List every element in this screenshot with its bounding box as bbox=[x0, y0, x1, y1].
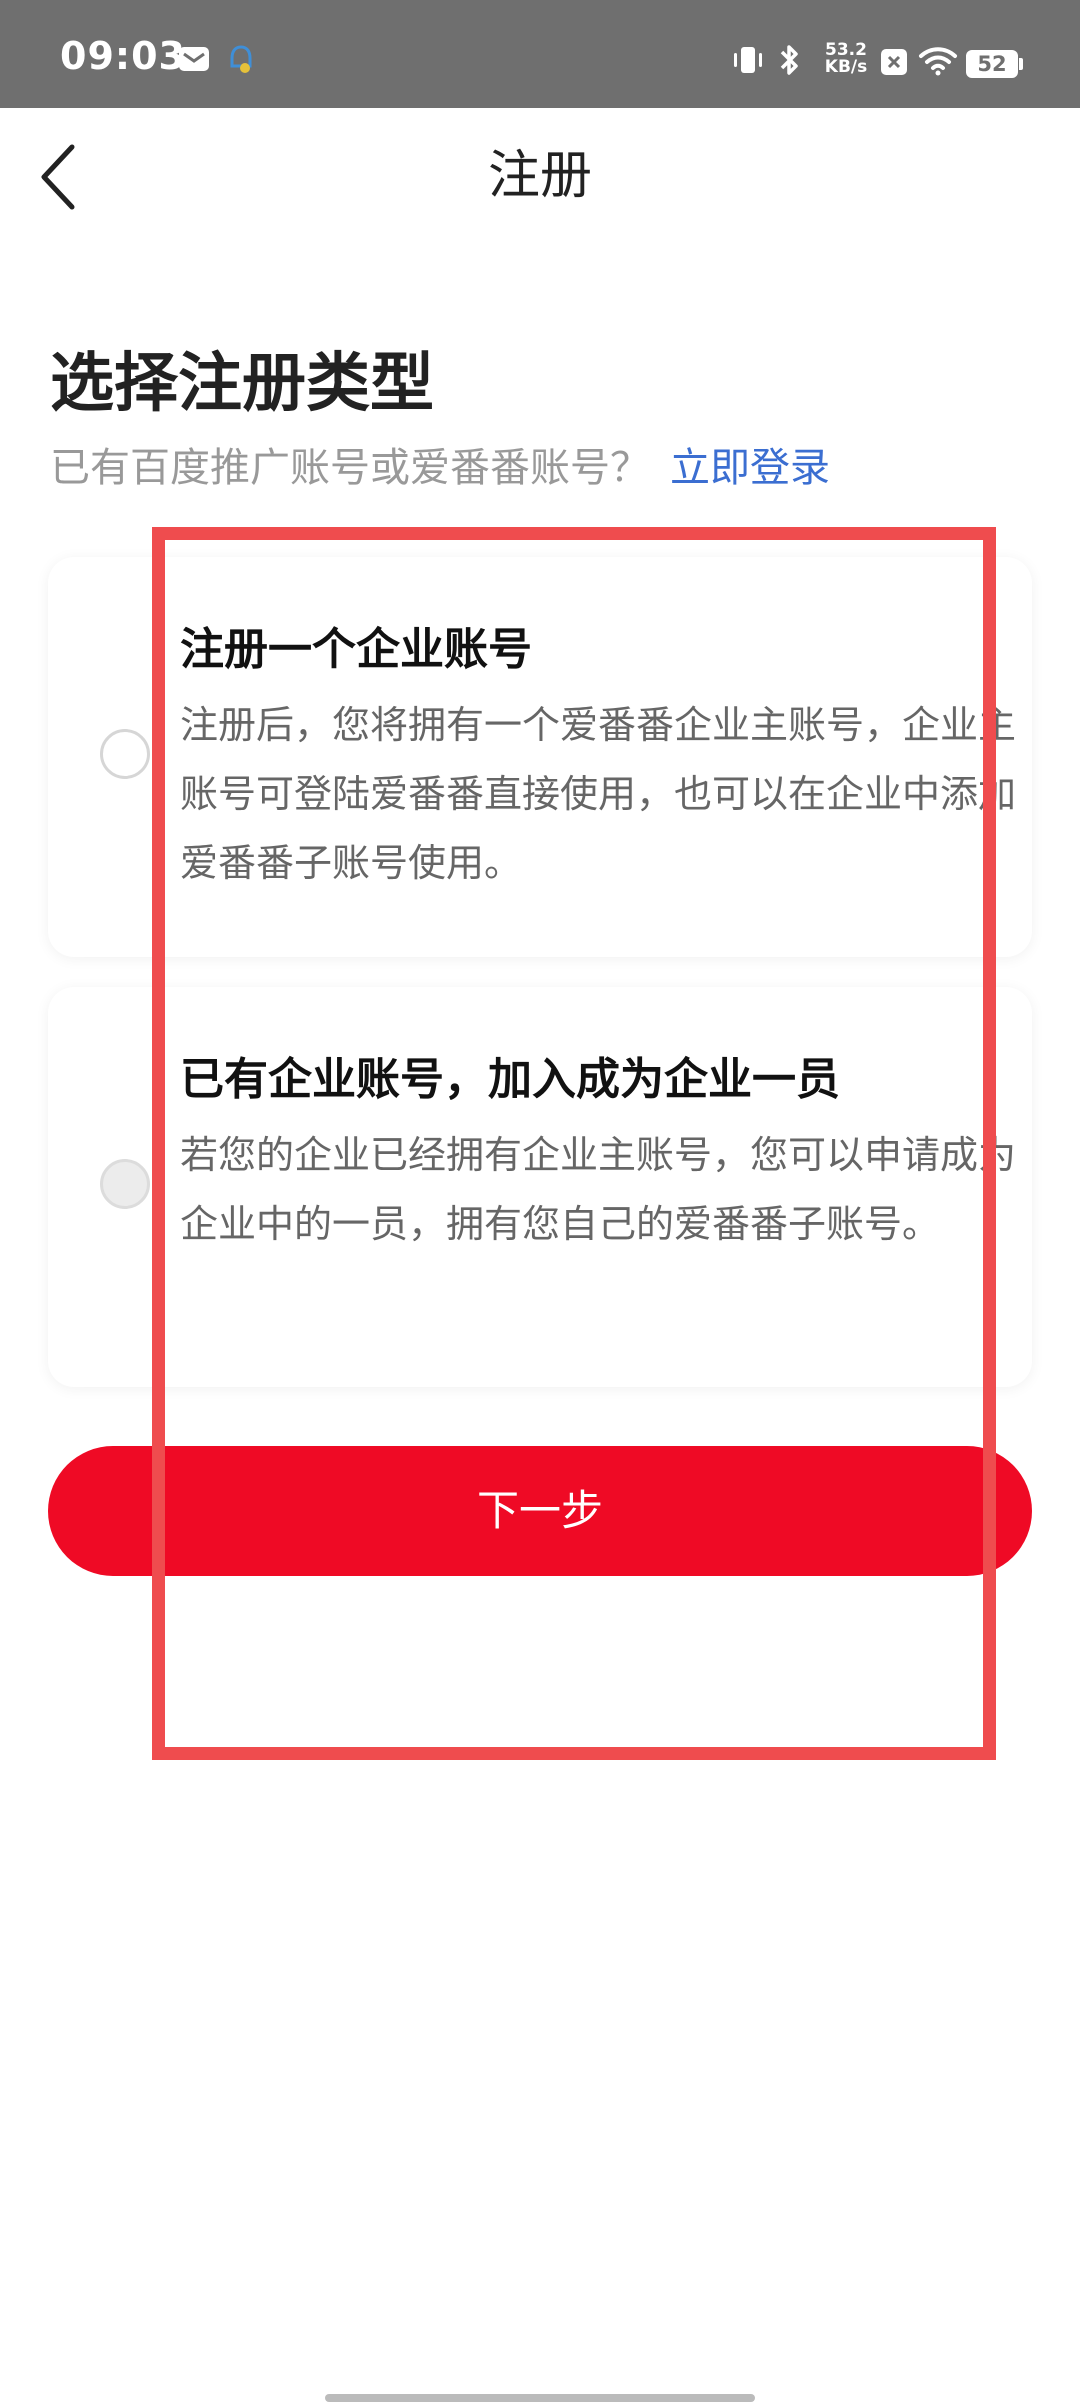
section-heading: 选择注册类型 bbox=[50, 347, 434, 421]
alarm-icon bbox=[230, 45, 252, 73]
register-type-screen: 09:03 53.2 KB/s 52 注册 选择注册类型 已有百度推广账号或爱番… bbox=[0, 0, 1080, 2408]
status-bar: 09:03 53.2 KB/s 52 bbox=[0, 0, 1080, 108]
login-prompt: 已有百度推广账号或爱番番账号？ 立即登录 bbox=[50, 438, 830, 498]
login-link[interactable]: 立即登录 bbox=[670, 445, 830, 491]
page-title: 注册 bbox=[487, 146, 592, 206]
box-icon bbox=[881, 49, 907, 75]
status-time: 09:03 bbox=[60, 34, 186, 78]
option-title: 注册一个企业账号 bbox=[180, 624, 532, 675]
battery-tip bbox=[1019, 58, 1023, 70]
option-description: 若您的企业已经拥有企业主账号，您可以申请成为企业中的一员，拥有您自己的爱番番子账… bbox=[180, 1133, 1017, 1246]
option-card-create-enterprise[interactable]: 注册一个企业账号 注册后，您将拥有一个爱番番企业主账号，企业主账号可登陆爱番番直… bbox=[48, 557, 1032, 957]
net-speed: 53.2 KB/s bbox=[824, 40, 868, 77]
radio-create-enterprise[interactable] bbox=[100, 729, 150, 779]
option-card-join-enterprise[interactable]: 已有企业账号，加入成为企业一员 若您的企业已经拥有企业主账号，您可以申请成为企业… bbox=[48, 987, 1032, 1387]
battery-icon: 52 bbox=[966, 50, 1018, 78]
mail-icon bbox=[179, 47, 209, 71]
wifi-icon bbox=[919, 47, 957, 76]
next-step-button[interactable]: 下一步 bbox=[48, 1446, 1032, 1576]
home-indicator[interactable] bbox=[325, 2394, 755, 2402]
option-description: 注册后，您将拥有一个爱番番企业主账号，企业主账号可登陆爱番番直接使用，也可以在企… bbox=[180, 703, 1017, 885]
radio-join-enterprise[interactable] bbox=[100, 1159, 150, 1209]
bluetooth-icon bbox=[780, 45, 798, 75]
option-title: 已有企业账号，加入成为企业一员 bbox=[180, 1054, 840, 1105]
login-prompt-text: 已有百度推广账号或爱番番账号？ bbox=[50, 445, 650, 491]
vibrate-icon bbox=[734, 47, 762, 73]
